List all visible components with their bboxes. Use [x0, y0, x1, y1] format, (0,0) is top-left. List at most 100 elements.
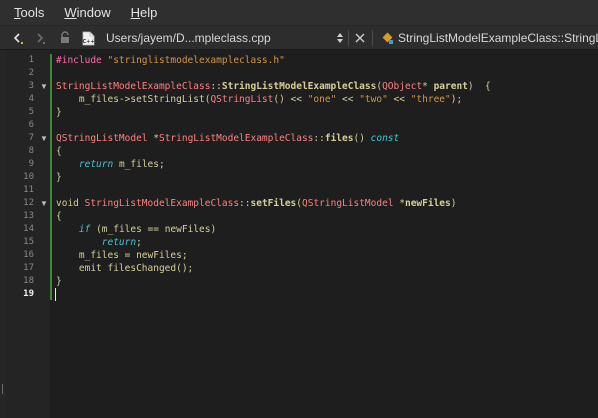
- back-button[interactable]: [10, 26, 26, 50]
- code-token: ::: [210, 81, 222, 92]
- code-token: "one": [307, 94, 337, 105]
- code-token: ;: [136, 237, 142, 248]
- menu-window-rest: indow: [76, 4, 111, 20]
- code-token: #include: [56, 55, 108, 66]
- line-number: 2: [28, 68, 34, 78]
- code-token: "stringlistmodelexampleclass.h": [107, 55, 285, 66]
- code-token: ::: [239, 198, 251, 209]
- code-line: m_files = newFiles;: [56, 249, 188, 262]
- line-number: 6: [28, 120, 34, 130]
- code-token: m_files;: [113, 159, 165, 170]
- code-token: *: [147, 133, 159, 144]
- code-token: <<: [336, 94, 360, 105]
- lock-button[interactable]: [58, 26, 72, 50]
- lock-icon: [61, 31, 69, 43]
- code-token: }: [56, 276, 62, 287]
- menu-bar: Tools Window Help: [0, 0, 598, 26]
- code-token: ) {: [467, 81, 491, 92]
- line-number: 10: [23, 172, 34, 182]
- line-number: 14: [23, 224, 34, 234]
- menu-tools[interactable]: Tools: [14, 0, 44, 26]
- file-list-dropdown[interactable]: [334, 26, 346, 50]
- symbol-indicator: [380, 26, 396, 50]
- code-token: (): [353, 133, 371, 144]
- line-number: 9: [28, 159, 34, 169]
- menu-tools-rest: ools: [20, 4, 45, 20]
- line-number: 4: [28, 94, 34, 104]
- code-token: ::: [313, 133, 325, 144]
- code-token: const: [370, 133, 400, 144]
- fold-marker-icon[interactable]: ▼: [40, 132, 48, 145]
- fold-column: [36, 50, 50, 418]
- change-indicator-bar: [50, 54, 52, 300]
- menu-window-mnemonic: W: [64, 4, 77, 20]
- code-token: );: [450, 94, 463, 105]
- menu-help-mnemonic: H: [130, 4, 140, 20]
- code-token: QObject: [382, 81, 423, 92]
- menu-window[interactable]: Window: [64, 0, 110, 26]
- forward-button[interactable]: [32, 26, 48, 50]
- line-number: 18: [23, 276, 34, 286]
- code-token: "two": [359, 94, 388, 105]
- close-document-button[interactable]: [352, 26, 368, 50]
- code-line: }: [56, 275, 62, 288]
- code-token: if: [78, 224, 91, 235]
- code-token: {: [56, 211, 62, 222]
- code-token: }: [56, 172, 62, 183]
- current-symbol-selector[interactable]: StringListModelExampleClass::StringListM…: [398, 26, 598, 50]
- line-number: 3: [28, 81, 34, 91]
- code-token: QStringListModel: [302, 198, 394, 209]
- menu-help-rest: elp: [140, 4, 158, 20]
- fold-marker-icon[interactable]: ▼: [40, 80, 48, 93]
- code-line: #include "stringlistmodelexampleclass.h": [56, 54, 285, 67]
- file-type-indicator: C++: [80, 26, 96, 50]
- code-line: m_files->setStringList(QStringList() << …: [56, 93, 462, 106]
- code-token: *: [393, 198, 405, 209]
- code-line: emit filesChanged();: [56, 262, 193, 275]
- code-token: ): [450, 198, 457, 209]
- qt-creator-window: Tools Window Help C++ Users/jayem/D...mp…: [0, 0, 598, 418]
- code-line: }: [56, 171, 62, 184]
- code-token: parent: [433, 81, 468, 92]
- code-token: (m_files == newFiles): [90, 224, 217, 235]
- text-cursor: [55, 288, 56, 301]
- code-token: <<: [387, 94, 411, 105]
- code-line: {: [56, 210, 62, 223]
- code-token: () <<: [273, 94, 308, 105]
- code-token: {: [56, 146, 62, 157]
- code-line: StringListModelExampleClass::StringListM…: [56, 80, 491, 93]
- back-arrow-icon: [13, 33, 23, 44]
- code-line: QStringListModel *StringListModelExample…: [56, 132, 399, 145]
- line-number: 7: [28, 133, 34, 143]
- fold-marker-icon[interactable]: ▼: [40, 197, 48, 210]
- code-token: m_files->setStringList(: [56, 94, 211, 105]
- line-number: 12: [23, 198, 34, 208]
- code-editor[interactable]: 1 2 3 4 5 6 7 8 9 10 11 12 13 14 15 16 17 18 19 ▼ ▼ ▼ #include…: [0, 50, 598, 418]
- code-token: }: [56, 107, 62, 118]
- menu-help[interactable]: Help: [131, 0, 158, 26]
- code-token: files: [324, 133, 354, 144]
- code-token: return: [78, 159, 114, 170]
- svg-text:C++: C++: [82, 39, 94, 45]
- code-token: emit filesChanged();: [56, 263, 194, 274]
- editor-toolbar: C++ Users/jayem/D...mpleclass.cpp String…: [0, 26, 598, 50]
- code-line: if (m_files == newFiles): [56, 223, 216, 236]
- code-token: void: [56, 198, 85, 209]
- line-number: 19: [23, 289, 34, 299]
- forward-arrow-icon: [37, 33, 45, 44]
- code-line: return m_files;: [56, 158, 165, 171]
- line-number: 11: [23, 185, 34, 195]
- current-file-selector[interactable]: Users/jayem/D...mpleclass.cpp: [106, 26, 271, 50]
- code-token: return: [101, 237, 137, 248]
- line-number: 13: [23, 211, 34, 221]
- line-number: 8: [28, 146, 34, 156]
- code-line: {: [56, 145, 62, 158]
- code-token: newFiles: [404, 198, 451, 209]
- code-token: setFiles: [250, 198, 297, 209]
- code-token: StringListModelExampleClass: [221, 81, 377, 92]
- line-number: 5: [28, 107, 34, 117]
- line-number: 15: [23, 237, 34, 247]
- code-token: *: [422, 81, 434, 92]
